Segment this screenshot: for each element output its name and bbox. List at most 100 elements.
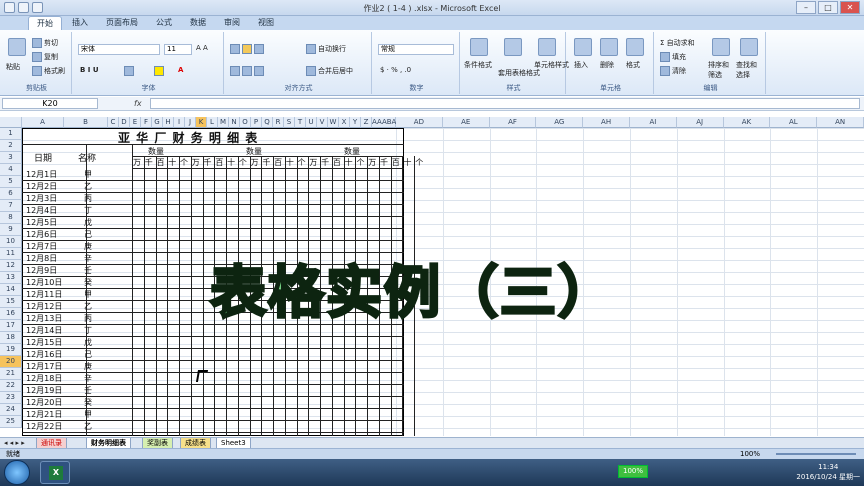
zoom-slider[interactable]: [776, 453, 856, 455]
row-header-19[interactable]: 19: [0, 344, 22, 356]
date-cell[interactable]: 12月7日: [26, 241, 57, 252]
row-header-9[interactable]: 9: [0, 224, 22, 236]
tab-home[interactable]: 开始: [28, 16, 62, 30]
row-header-23[interactable]: 23: [0, 392, 22, 404]
column-header-I[interactable]: I: [174, 117, 185, 128]
column-header-R[interactable]: R: [273, 117, 284, 128]
row-header-5[interactable]: 5: [0, 176, 22, 188]
row-header-22[interactable]: 22: [0, 380, 22, 392]
column-header-B[interactable]: B: [64, 117, 108, 128]
column-header-X[interactable]: X: [339, 117, 350, 128]
row-header-12[interactable]: 12: [0, 260, 22, 272]
row-header-24[interactable]: 24: [0, 404, 22, 416]
name-cell[interactable]: 甲: [84, 409, 92, 420]
sort-filter-button[interactable]: 排序和筛选: [708, 60, 734, 80]
name-cell[interactable]: 戊: [84, 337, 92, 348]
name-cell[interactable]: 己: [84, 349, 92, 360]
name-cell[interactable]: 癸: [84, 397, 92, 408]
column-header-F[interactable]: F: [141, 117, 152, 128]
tab-insert[interactable]: 插入: [64, 16, 96, 30]
date-cell[interactable]: 12月9日: [26, 265, 57, 276]
name-cell[interactable]: 丙: [84, 193, 92, 204]
formula-input[interactable]: [150, 98, 860, 109]
column-header-AG[interactable]: AG: [536, 117, 584, 128]
date-cell[interactable]: 12月14日: [26, 325, 62, 336]
find-select-icon[interactable]: [740, 38, 758, 56]
row-header-16[interactable]: 16: [0, 308, 22, 320]
zoom-level[interactable]: 100%: [740, 449, 760, 459]
row-header-1[interactable]: 1: [0, 128, 22, 140]
start-button[interactable]: [4, 460, 30, 485]
date-cell[interactable]: 12月5日: [26, 217, 57, 228]
table-format-icon[interactable]: [504, 38, 522, 56]
column-header-O[interactable]: O: [240, 117, 251, 128]
delete-button[interactable]: 删除: [600, 60, 614, 70]
name-cell[interactable]: 己: [84, 229, 92, 240]
column-header-AAABAC[interactable]: AAABAC: [372, 117, 401, 128]
row-header-14[interactable]: 14: [0, 284, 22, 296]
insert-button[interactable]: 插入: [574, 60, 588, 70]
font-name-select[interactable]: 宋体: [78, 44, 160, 55]
conditional-format-icon[interactable]: [470, 38, 488, 56]
column-header-M[interactable]: M: [218, 117, 229, 128]
name-cell[interactable]: 辛: [84, 253, 92, 264]
column-header-AL[interactable]: AL: [770, 117, 818, 128]
date-cell[interactable]: 12月12日: [26, 301, 62, 312]
clear-button[interactable]: 清除: [660, 66, 686, 76]
column-header-AJ[interactable]: AJ: [676, 117, 724, 128]
tab-data[interactable]: 数据: [182, 16, 214, 30]
name-cell[interactable]: 甲: [84, 289, 92, 300]
maximize-button[interactable]: □: [818, 1, 838, 14]
column-header-AH[interactable]: AH: [583, 117, 630, 128]
name-cell[interactable]: 壬: [84, 385, 92, 396]
name-cell[interactable]: 庚: [84, 361, 92, 372]
battery-indicator[interactable]: 100%: [618, 465, 648, 478]
column-header-Z[interactable]: Z: [361, 117, 372, 128]
align-left-buttons[interactable]: [230, 66, 266, 76]
row-header-3[interactable]: 3: [0, 152, 22, 164]
name-cell[interactable]: 乙: [84, 301, 92, 312]
conditional-format-button[interactable]: 条件格式: [464, 60, 492, 70]
row-header-25[interactable]: 25: [0, 416, 22, 428]
name-cell[interactable]: 辛: [84, 373, 92, 384]
column-header-C[interactable]: C: [108, 117, 119, 128]
clock[interactable]: 11:34 2016/10/24 星期一: [796, 462, 860, 482]
name-cell[interactable]: 丁: [84, 325, 92, 336]
border-button[interactable]: [124, 66, 136, 76]
date-cell[interactable]: 12月19日: [26, 385, 62, 396]
row-header-4[interactable]: 4: [0, 164, 22, 176]
row-header-6[interactable]: 6: [0, 188, 22, 200]
row-header-2[interactable]: 2: [0, 140, 22, 152]
tab-formulas[interactable]: 公式: [148, 16, 180, 30]
find-select-button[interactable]: 查找和选择: [736, 60, 762, 80]
date-cell[interactable]: 12月3日: [26, 193, 57, 204]
row-header-11[interactable]: 11: [0, 248, 22, 260]
name-cell[interactable]: 癸: [84, 277, 92, 288]
date-cell[interactable]: 12月11日: [26, 289, 62, 300]
date-cell[interactable]: 12月6日: [26, 229, 57, 240]
number-format-select[interactable]: 常规: [378, 44, 454, 55]
font-color-button[interactable]: A: [178, 66, 183, 74]
date-cell[interactable]: 12月8日: [26, 253, 57, 264]
column-header-D[interactable]: D: [119, 117, 130, 128]
format-button[interactable]: 格式: [626, 60, 640, 70]
column-header-A[interactable]: A: [22, 117, 64, 128]
cell-style-button[interactable]: 单元格样式: [534, 60, 569, 70]
name-cell[interactable]: 庚: [84, 241, 92, 252]
row-header-13[interactable]: 13: [0, 272, 22, 284]
date-cell[interactable]: 12月18日: [26, 373, 62, 384]
tab-review[interactable]: 审阅: [216, 16, 248, 30]
name-cell[interactable]: 甲: [84, 169, 92, 180]
name-cell[interactable]: 乙: [84, 421, 92, 432]
column-header-W[interactable]: W: [328, 117, 339, 128]
column-header-H[interactable]: H: [163, 117, 174, 128]
date-cell[interactable]: 12月21日: [26, 409, 62, 420]
tab-page-layout[interactable]: 页面布局: [98, 16, 146, 30]
column-header-S[interactable]: S: [284, 117, 295, 128]
column-header-T[interactable]: T: [295, 117, 306, 128]
column-header-N[interactable]: N: [229, 117, 240, 128]
date-cell[interactable]: 12月20日: [26, 397, 62, 408]
date-cell[interactable]: 12月10日: [26, 277, 62, 288]
bold-button[interactable]: B I U: [80, 66, 99, 74]
date-cell[interactable]: 12月15日: [26, 337, 62, 348]
